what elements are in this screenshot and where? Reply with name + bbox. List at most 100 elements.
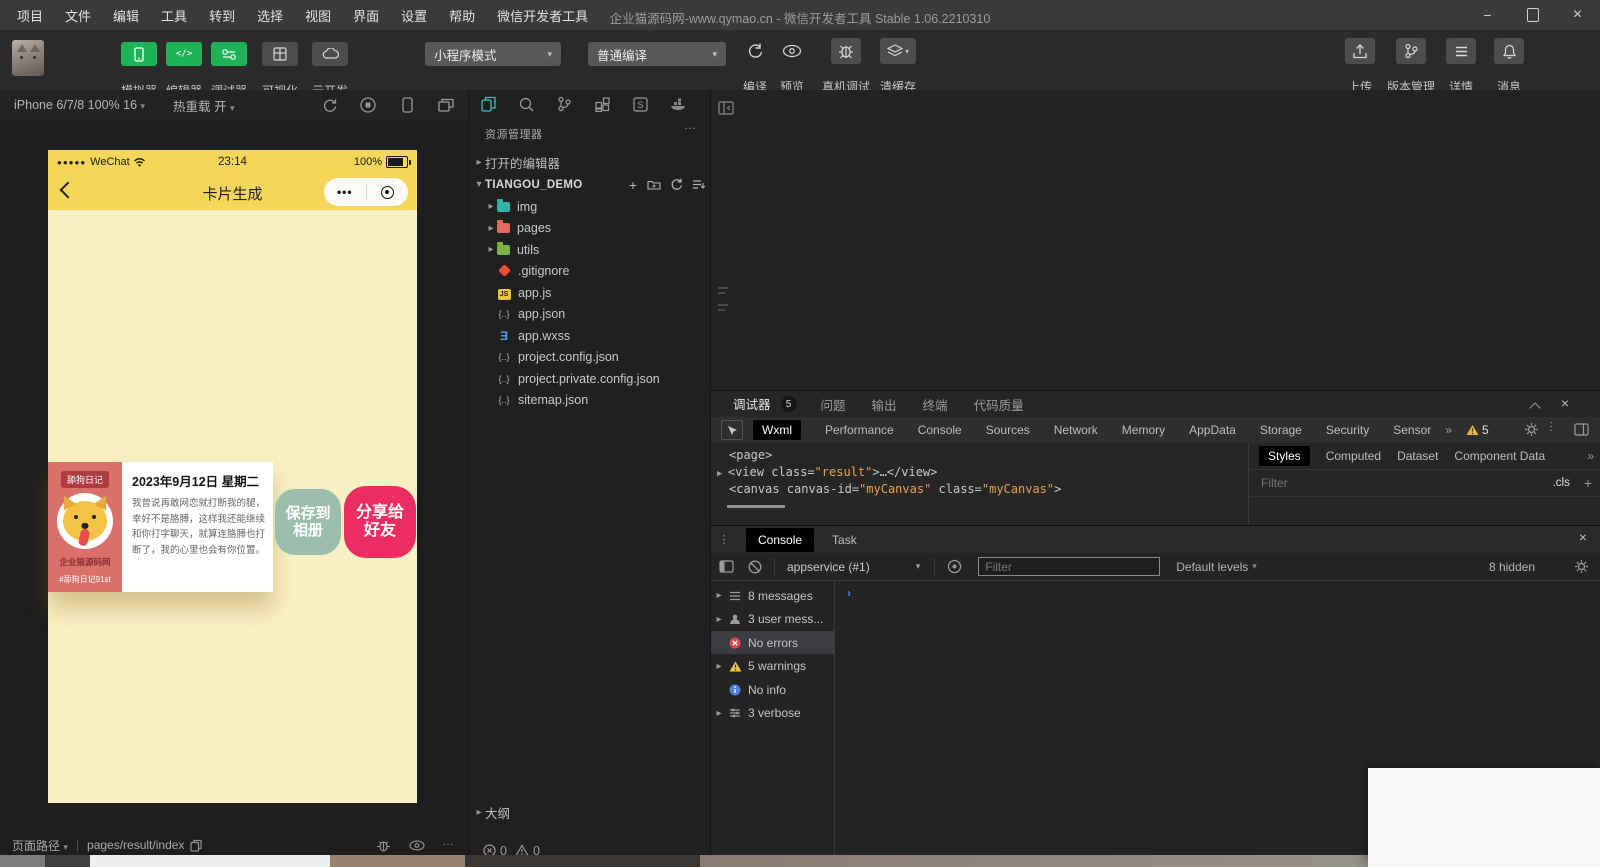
wxml-line-view[interactable]: ▶ <view class="result">…</view> bbox=[717, 465, 937, 479]
mode-select[interactable]: 小程序模式▾ bbox=[425, 42, 561, 66]
close-icon[interactable]: × bbox=[1579, 529, 1587, 545]
sidebar-user-messages[interactable]: ▸ 3 user mess... bbox=[711, 608, 834, 631]
tree-item-gitignore[interactable]: .gitignore bbox=[469, 261, 711, 282]
share-to-friend-button[interactable]: 分享给好友 bbox=[344, 486, 416, 558]
tree-item-appjs[interactable]: JS app.js bbox=[469, 282, 711, 303]
menu-interface[interactable]: 界面 bbox=[342, 0, 390, 30]
close-icon[interactable]: × bbox=[1561, 395, 1569, 411]
sidebar-errors[interactable]: No errors bbox=[711, 631, 834, 654]
new-folder-icon[interactable] bbox=[643, 179, 665, 190]
collapse-all-icon[interactable] bbox=[687, 179, 709, 191]
clear-console-icon[interactable] bbox=[748, 560, 762, 574]
save-to-album-button[interactable]: 保存到相册 bbox=[275, 489, 341, 555]
menu-project[interactable]: 项目 bbox=[6, 0, 54, 30]
outline-section[interactable]: ▸大纲 bbox=[469, 802, 711, 823]
dock-side-icon[interactable] bbox=[1574, 423, 1589, 436]
wxml-line-page[interactable]: <page> bbox=[729, 448, 772, 462]
devtab-security[interactable]: Security bbox=[1326, 423, 1369, 437]
tab-debugger[interactable]: 调试器 bbox=[731, 390, 773, 419]
tab-output[interactable]: 输出 bbox=[872, 395, 897, 414]
close-button[interactable]: × bbox=[1555, 0, 1600, 30]
devtab-sources[interactable]: Sources bbox=[986, 423, 1030, 437]
menu-view[interactable]: 视图 bbox=[294, 0, 342, 30]
inspect-element-icon[interactable] bbox=[721, 420, 743, 440]
settings-gear-icon[interactable] bbox=[1524, 422, 1539, 437]
task-tab[interactable]: Task bbox=[832, 533, 857, 547]
tree-item-img[interactable]: ▸img bbox=[469, 196, 711, 217]
devtab-memory[interactable]: Memory bbox=[1122, 423, 1165, 437]
record-icon[interactable] bbox=[359, 96, 377, 114]
hidden-count[interactable]: 8 hidden bbox=[1489, 560, 1535, 574]
more-icon[interactable]: ••• bbox=[324, 185, 366, 199]
context-select[interactable]: appservice (#1) ▾ bbox=[787, 560, 920, 574]
console-prompt-icon[interactable]: › bbox=[847, 586, 851, 600]
component-data-tab[interactable]: Component Data bbox=[1454, 449, 1545, 463]
tab-terminal[interactable]: 终端 bbox=[923, 395, 948, 414]
devtab-storage[interactable]: Storage bbox=[1260, 423, 1302, 437]
snippets-icon[interactable]: S bbox=[621, 97, 659, 112]
rotate-icon[interactable] bbox=[320, 96, 338, 114]
computed-tab[interactable]: Computed bbox=[1326, 449, 1381, 463]
sidebar-warnings[interactable]: ▸ 5 warnings bbox=[711, 655, 834, 678]
preview-button[interactable]: 预览 bbox=[770, 38, 814, 64]
back-icon[interactable] bbox=[60, 182, 77, 199]
tree-item-appjson[interactable]: {..} app.json bbox=[469, 304, 711, 325]
details-button[interactable]: 详情 bbox=[1438, 38, 1484, 64]
compile-mode-select[interactable]: 普通编译▾ bbox=[588, 42, 726, 66]
add-style-icon[interactable]: + bbox=[1584, 475, 1592, 491]
device-select[interactable]: iPhone 6/7/8 100% 16 ▾ bbox=[14, 98, 145, 112]
styles-filter-input[interactable] bbox=[1259, 475, 1493, 491]
user-avatar[interactable] bbox=[12, 40, 44, 76]
menu-settings[interactable]: 设置 bbox=[390, 0, 438, 30]
console-filter-input[interactable] bbox=[978, 557, 1160, 576]
vconsole-icon[interactable] bbox=[374, 836, 392, 854]
wxml-line-canvas[interactable]: <canvas canvas-id="myCanvas" class="myCa… bbox=[729, 482, 1061, 496]
tree-item-appwxss[interactable]: Ǝ app.wxss bbox=[469, 325, 711, 346]
refresh-icon[interactable] bbox=[665, 178, 687, 191]
multi-window-icon[interactable] bbox=[437, 96, 455, 114]
search-icon[interactable] bbox=[507, 97, 545, 112]
devtab-wxml[interactable]: Wxml bbox=[753, 420, 801, 440]
files-icon[interactable] bbox=[469, 96, 507, 112]
menu-select[interactable]: 选择 bbox=[246, 0, 294, 30]
device-frame-icon[interactable] bbox=[398, 96, 416, 114]
sidebar-all-messages[interactable]: ▸ 8 messages bbox=[711, 584, 834, 607]
restore-button[interactable] bbox=[1510, 0, 1555, 30]
messages-button[interactable]: 消息 bbox=[1486, 38, 1532, 64]
tree-item-utils[interactable]: ▸utils bbox=[469, 239, 711, 260]
menu-edit[interactable]: 编辑 bbox=[102, 0, 150, 30]
sidebar-verbose[interactable]: ▸ 3 verbose bbox=[711, 702, 834, 725]
home-capsule-icon[interactable] bbox=[367, 186, 409, 199]
tab-problems[interactable]: 问题 bbox=[821, 395, 846, 414]
source-control-icon[interactable] bbox=[545, 96, 583, 112]
devtab-sensor[interactable]: Sensor bbox=[1393, 423, 1431, 437]
tab-code-quality[interactable]: 代码质量 bbox=[974, 395, 1024, 414]
menu-devtools[interactable]: 微信开发者工具 bbox=[486, 0, 599, 30]
show-sidebar-icon[interactable] bbox=[719, 560, 734, 573]
copy-icon[interactable] bbox=[190, 839, 202, 852]
upload-button[interactable]: 上传 bbox=[1336, 38, 1384, 64]
console-tab[interactable]: Console bbox=[746, 528, 814, 552]
menu-file[interactable]: 文件 bbox=[54, 0, 102, 30]
styles-tab[interactable]: Styles bbox=[1259, 446, 1310, 466]
warnings-indicator[interactable]: 5 bbox=[1466, 423, 1489, 437]
version-control-button[interactable]: 版本管理 bbox=[1382, 38, 1440, 64]
toggle-sidebar-icon[interactable] bbox=[715, 98, 737, 118]
eye-icon[interactable] bbox=[947, 559, 962, 574]
kebab-menu-icon[interactable]: … bbox=[1548, 421, 1562, 434]
menu-tools[interactable]: 工具 bbox=[150, 0, 198, 30]
clear-cache-button[interactable]: ▾ 清缓存 bbox=[872, 38, 924, 64]
docker-icon[interactable] bbox=[659, 98, 697, 111]
more-tabs-icon[interactable]: » bbox=[1587, 449, 1594, 463]
console-settings-gear-icon[interactable] bbox=[1574, 559, 1589, 574]
more-tabs-icon[interactable]: » bbox=[1445, 423, 1452, 437]
menu-goto[interactable]: 转到 bbox=[198, 0, 246, 30]
more-icon[interactable]: … bbox=[442, 834, 455, 848]
project-root[interactable]: ▾ TIANGOU_DEMO + bbox=[469, 174, 711, 195]
menu-help[interactable]: 帮助 bbox=[438, 0, 486, 30]
eye-icon[interactable] bbox=[408, 836, 426, 854]
devtab-performance[interactable]: Performance bbox=[825, 423, 894, 437]
devtab-console[interactable]: Console bbox=[918, 423, 962, 437]
cls-toggle[interactable]: .cls bbox=[1553, 477, 1570, 489]
dataset-tab[interactable]: Dataset bbox=[1397, 449, 1438, 463]
